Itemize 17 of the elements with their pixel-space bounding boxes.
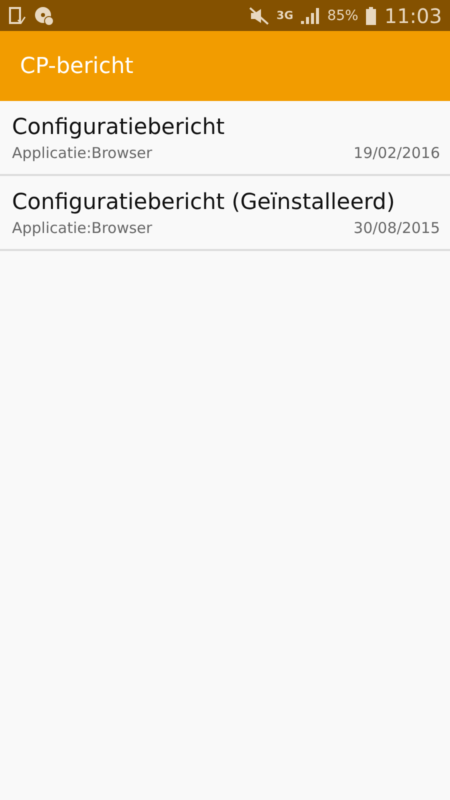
network-type: 3G xyxy=(276,9,294,22)
message-application: Applicatie:Browser xyxy=(12,144,152,162)
message-date: 30/08/2015 xyxy=(354,219,440,237)
message-date: 19/02/2016 xyxy=(354,144,440,162)
message-item[interactable]: Configuratiebericht Applicatie:Browser 19/02/2016 xyxy=(0,101,450,176)
disc-alert-icon xyxy=(34,6,54,26)
message-title: Configuratiebericht xyxy=(12,115,226,140)
battery-icon xyxy=(366,6,376,24)
battery-percentage: 85% xyxy=(327,8,358,24)
mute-icon xyxy=(248,6,269,24)
signal-icon xyxy=(301,8,320,24)
app-title: CP-bericht xyxy=(20,54,134,78)
message-title: Configuratiebericht (Geïnstalleerd) xyxy=(12,190,396,215)
message-application: Applicatie:Browser xyxy=(12,219,152,237)
clock: 11:03 xyxy=(384,4,442,28)
phone-check-icon xyxy=(8,6,26,24)
message-item[interactable]: Configuratiebericht (Geïnstalleerd) Applicatie:Browser 30/08/2015 xyxy=(0,176,450,251)
